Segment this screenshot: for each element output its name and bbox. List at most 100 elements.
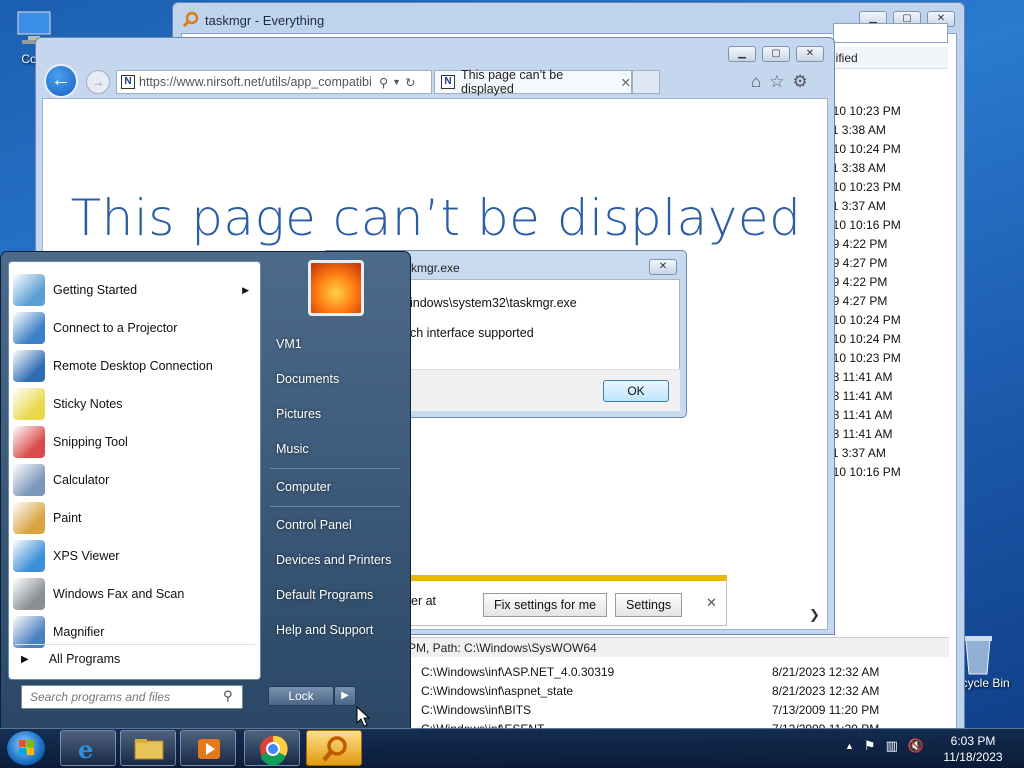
start-right-item[interactable]: Help and Support bbox=[276, 623, 373, 637]
divider bbox=[270, 468, 400, 469]
program-item[interactable]: Sticky Notes bbox=[13, 386, 257, 422]
program-item[interactable]: Remote Desktop Connection bbox=[13, 348, 257, 384]
site-favicon-icon: N bbox=[441, 75, 455, 89]
taskbar-media-player[interactable] bbox=[180, 730, 236, 766]
remote-desktop-icon bbox=[13, 350, 45, 382]
modified-cell: 09 4:22 PM bbox=[826, 275, 888, 289]
program-label: XPS Viewer bbox=[53, 549, 120, 563]
modified-cell: 23 11:41 AM bbox=[826, 389, 893, 403]
program-label: Windows Fax and Scan bbox=[53, 587, 185, 601]
submenu-arrow-icon: ▶ bbox=[242, 284, 249, 295]
result-date: 8/21/2023 12:32 AM bbox=[772, 684, 880, 698]
volume-muted-icon[interactable]: 🔇 bbox=[908, 738, 924, 754]
calculator-icon bbox=[13, 464, 45, 496]
dropdown-icon[interactable]: ▼ bbox=[392, 77, 401, 87]
tab-close-icon[interactable]: ✕ bbox=[621, 75, 631, 90]
projector-icon bbox=[13, 312, 45, 344]
start-right-item[interactable]: Pictures bbox=[276, 407, 321, 421]
address-bar[interactable]: N https://www.nirsoft.net/utils/app_comp… bbox=[116, 70, 432, 94]
program-item[interactable]: XPS Viewer bbox=[13, 538, 257, 574]
settings-gear-icon[interactable]: ⚙ bbox=[793, 72, 808, 92]
column-date-modified[interactable]: dified bbox=[823, 47, 948, 69]
all-programs-button[interactable]: ▶ All Programs bbox=[21, 652, 120, 666]
everything-icon bbox=[182, 11, 199, 30]
back-button[interactable]: ← bbox=[44, 64, 78, 98]
dialog-close-button[interactable]: ✕ bbox=[649, 259, 677, 275]
windows-logo-icon bbox=[19, 740, 34, 755]
modified-cell: 09 4:22 PM bbox=[826, 237, 888, 251]
lock-options-arrow-icon[interactable]: ▶ bbox=[334, 686, 356, 706]
start-button[interactable] bbox=[6, 730, 46, 766]
program-label: Getting Started bbox=[53, 283, 138, 297]
start-right-item[interactable]: Music bbox=[276, 442, 309, 456]
program-item[interactable]: Snipping Tool bbox=[13, 424, 257, 460]
media-player-icon bbox=[198, 739, 220, 759]
modified-cell: 010 10:23 PM bbox=[826, 180, 901, 194]
start-right-item[interactable]: VM1 bbox=[276, 337, 302, 351]
modified-cell: 010 10:23 PM bbox=[826, 104, 901, 118]
program-item[interactable]: Windows Fax and Scan bbox=[13, 576, 257, 612]
program-item[interactable]: Paint bbox=[13, 500, 257, 536]
taskbar-everything[interactable] bbox=[306, 730, 362, 766]
home-icon[interactable]: ⌂ bbox=[751, 72, 761, 92]
minimize-button[interactable]: ▁ bbox=[728, 46, 756, 62]
address-text: https://www.nirsoft.net/utils/app_compat… bbox=[139, 75, 372, 89]
notification-close-icon[interactable]: ✕ bbox=[706, 595, 717, 611]
action-center-flag-icon[interactable]: ⚑ bbox=[864, 738, 876, 754]
program-label: Sticky Notes bbox=[53, 397, 123, 411]
modified-cell: 010 10:24 PM bbox=[826, 313, 901, 327]
everything-title: taskmgr - Everything bbox=[182, 11, 324, 30]
program-item[interactable]: Calculator bbox=[13, 462, 257, 498]
modified-cell: 23 11:41 AM bbox=[826, 408, 893, 422]
start-right-item[interactable]: Default Programs bbox=[276, 588, 373, 602]
arrow-right-icon: ▶ bbox=[21, 653, 29, 665]
notification-text: er at bbox=[411, 594, 437, 608]
show-hidden-icons-icon[interactable]: ▲ bbox=[845, 738, 854, 754]
result-path[interactable]: C:\Windows\inf\BITS bbox=[421, 703, 531, 717]
taskbar-windows-explorer[interactable] bbox=[120, 730, 176, 766]
divider bbox=[15, 644, 255, 645]
taskbar-chrome[interactable] bbox=[244, 730, 300, 766]
status-bar: PM, Path: C:\Windows\SysWOW64 bbox=[402, 637, 949, 657]
clock[interactable]: 6:03 PM 11/18/2023 bbox=[930, 733, 1016, 765]
start-right-item[interactable]: Devices and Printers bbox=[276, 553, 391, 567]
program-item[interactable]: Connect to a Projector bbox=[13, 310, 257, 346]
settings-button[interactable]: Settings bbox=[615, 593, 683, 617]
start-right-item[interactable]: Documents bbox=[276, 372, 339, 386]
program-label: Magnifier bbox=[53, 625, 105, 639]
refresh-icon[interactable]: ↻ bbox=[405, 75, 415, 90]
fax-scan-icon bbox=[13, 578, 45, 610]
modified-cell: 23 11:41 AM bbox=[826, 370, 893, 384]
search-icon[interactable]: ⚲ bbox=[379, 75, 388, 90]
browser-tab[interactable]: N This page can’t be displayed ✕ bbox=[434, 68, 632, 96]
favorites-star-icon[interactable]: ☆ bbox=[769, 72, 784, 92]
dialog-line-2: ch interface supported bbox=[410, 326, 534, 340]
sticky-notes-icon bbox=[13, 388, 45, 420]
modified-cell: 09 4:27 PM bbox=[826, 256, 888, 270]
new-tab-button[interactable] bbox=[632, 70, 660, 94]
result-path[interactable]: C:\Windows\inf\aspnet_state bbox=[421, 684, 573, 698]
program-item[interactable]: Getting Started ▶ bbox=[13, 272, 257, 308]
dialog-line-1: indows\system32\taskmgr.exe bbox=[410, 296, 577, 310]
ok-button[interactable]: OK bbox=[603, 380, 669, 402]
result-path[interactable]: C:\Windows\inf\ASP.NET_4.0.30319 bbox=[421, 665, 614, 679]
start-right-item[interactable]: Computer bbox=[276, 480, 331, 494]
notification-bar: er at Fix settings for me Settings ✕ bbox=[400, 575, 727, 626]
snipping-tool-icon bbox=[13, 426, 45, 458]
start-search-input[interactable]: Search programs and files bbox=[21, 685, 243, 709]
everything-search-input[interactable] bbox=[833, 23, 948, 43]
maximize-button[interactable]: ▢ bbox=[762, 46, 790, 62]
taskbar-internet-explorer[interactable]: e bbox=[60, 730, 116, 766]
fix-settings-button[interactable]: Fix settings for me bbox=[483, 593, 608, 617]
close-button[interactable]: ✕ bbox=[796, 46, 824, 62]
search-icon[interactable]: ⚲ bbox=[223, 688, 233, 704]
start-right-item[interactable]: Control Panel bbox=[276, 518, 352, 532]
scroll-right-icon[interactable]: ❯ bbox=[809, 607, 820, 623]
user-picture[interactable] bbox=[308, 260, 364, 316]
program-label: Paint bbox=[53, 511, 82, 525]
lock-button[interactable]: Lock bbox=[268, 686, 334, 706]
forward-button[interactable]: → bbox=[86, 70, 110, 94]
modified-cell: 010 10:23 PM bbox=[826, 351, 901, 365]
network-icon[interactable]: ▥ bbox=[886, 738, 898, 754]
program-label: Connect to a Projector bbox=[53, 321, 178, 335]
